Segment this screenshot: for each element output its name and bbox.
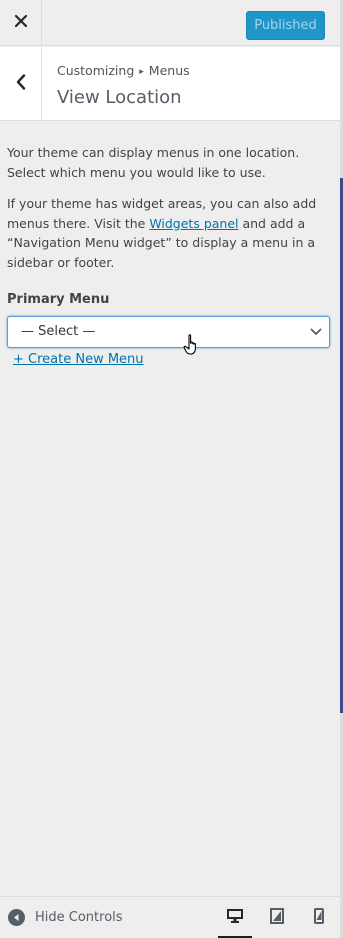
collapse-arrow-icon <box>8 909 25 926</box>
primary-menu-label: Primary Menu <box>7 292 110 307</box>
breadcrumb-separator-icon: ▸ <box>139 67 144 77</box>
hide-controls-button[interactable]: Hide Controls <box>8 909 123 926</box>
back-button[interactable] <box>0 47 42 120</box>
preview-tablet-button[interactable] <box>266 907 288 929</box>
breadcrumb-current: Menus <box>148 63 190 78</box>
customizer-panel: Published Customizing ▸ Menus View Locatio… <box>0 0 340 938</box>
close-button[interactable] <box>0 0 42 46</box>
tablet-icon <box>270 908 284 928</box>
select-value: — Select — <box>21 324 96 339</box>
description-paragraph-1: Your theme can display menus in one loca… <box>7 145 300 180</box>
customizer-header: Published <box>0 0 340 46</box>
close-icon <box>14 14 27 31</box>
widgets-panel-link[interactable]: Widgets panel <box>149 216 238 231</box>
section-description: Your theme can display menus in one loca… <box>7 143 329 284</box>
hide-controls-label: Hide Controls <box>35 910 123 925</box>
published-button[interactable]: Published <box>246 11 325 40</box>
section-title: View Location <box>57 87 182 108</box>
preview-mobile-button[interactable] <box>308 907 330 929</box>
section-header: Customizing ▸ Menus View Location <box>0 47 340 121</box>
chevron-down-icon <box>309 325 323 343</box>
create-new-menu-link[interactable]: + Create New Menu <box>13 352 144 367</box>
breadcrumb: Customizing ▸ Menus <box>57 63 190 78</box>
mobile-icon <box>314 908 324 928</box>
desktop-icon <box>226 908 244 928</box>
hand-cursor-icon <box>183 333 201 361</box>
breadcrumb-parent: Customizing <box>57 63 135 78</box>
description-paragraph-2: If your theme has widget areas, you can … <box>7 194 329 272</box>
chevron-left-icon <box>16 73 26 94</box>
customizer-footer: Hide Controls <box>0 896 340 938</box>
primary-menu-select[interactable]: — Select — <box>7 316 330 348</box>
preview-desktop-button[interactable] <box>218 907 252 938</box>
